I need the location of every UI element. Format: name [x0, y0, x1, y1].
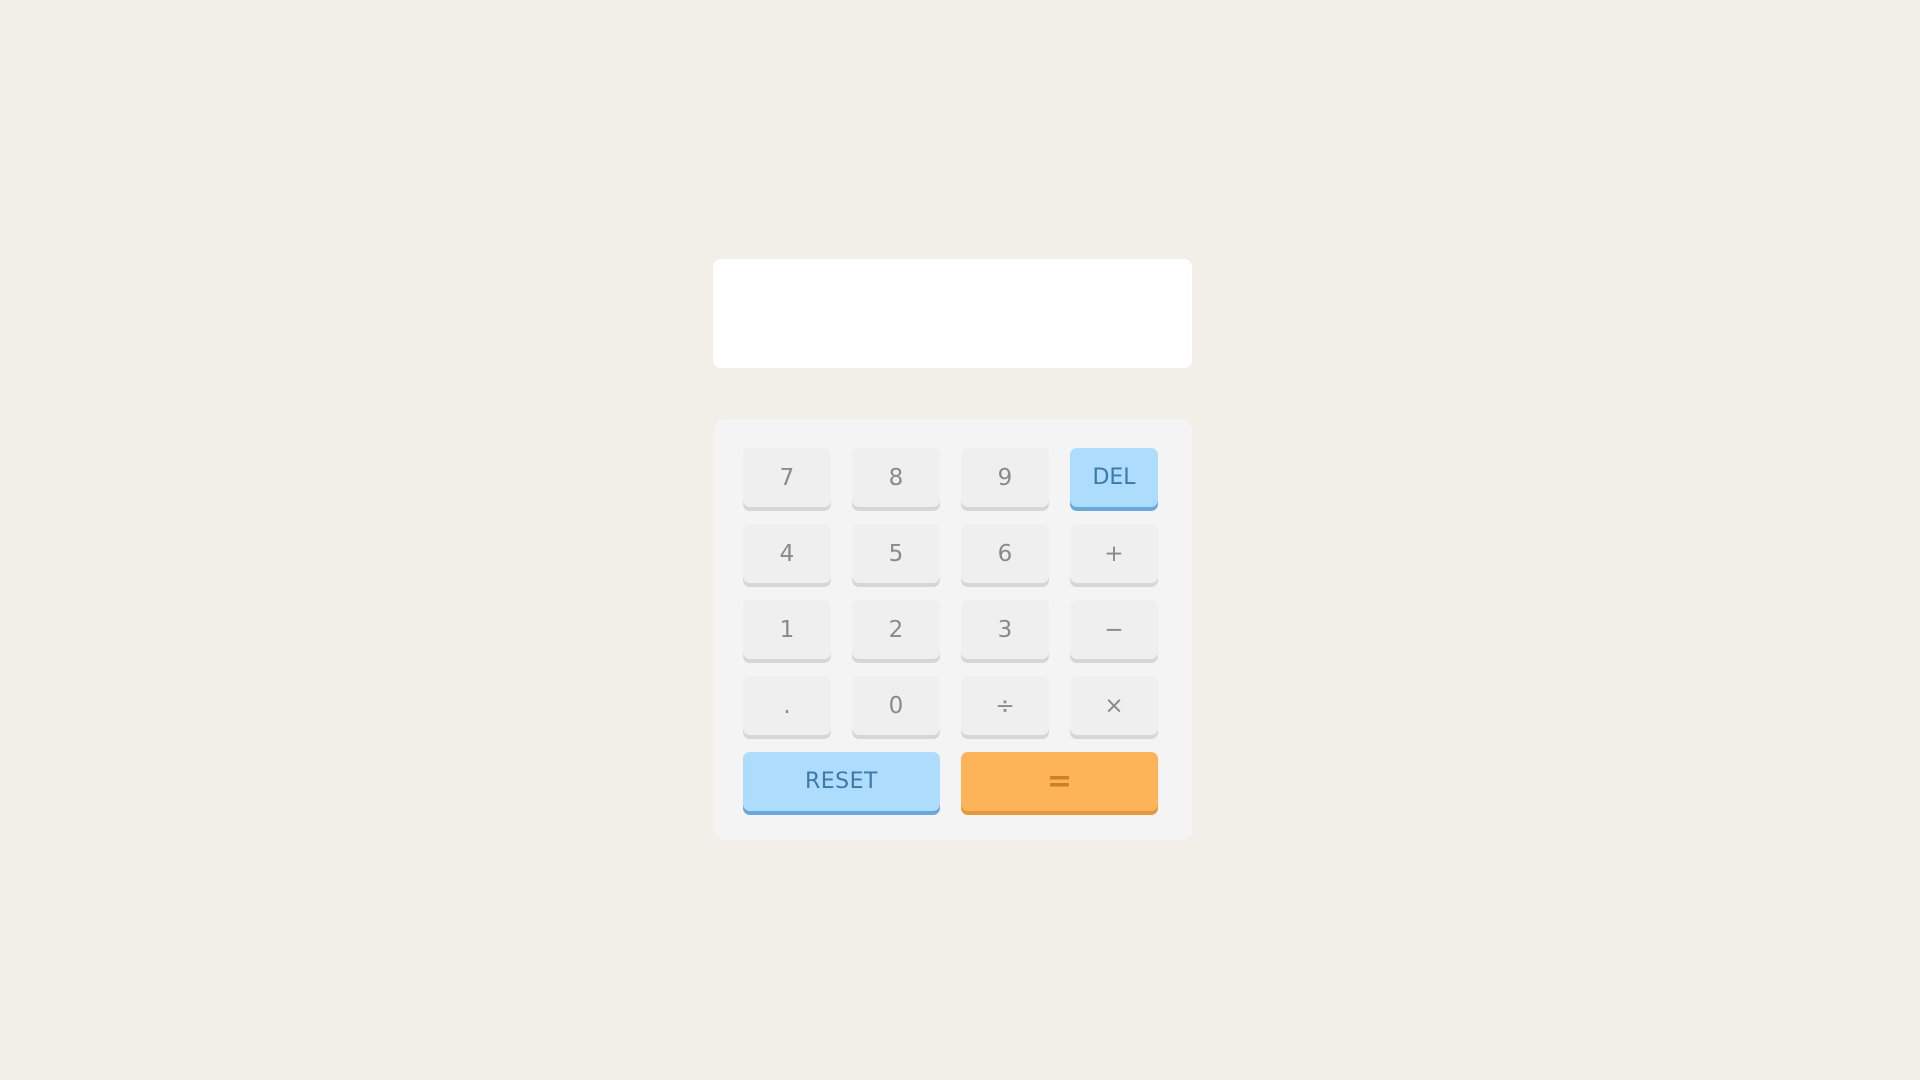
key-9[interactable]: 9	[961, 448, 1049, 507]
key-6[interactable]: 6	[961, 524, 1049, 583]
key-7[interactable]: 7	[743, 448, 831, 507]
divide-button[interactable]: ÷	[961, 676, 1049, 735]
key-5[interactable]: 5	[852, 524, 940, 583]
calculator-keypad: 7 8 9 DEL 4 5 6 + 1 2 3 − . 0 ÷ × RESET …	[714, 419, 1192, 840]
key-4[interactable]: 4	[743, 524, 831, 583]
calculator-display	[713, 259, 1192, 368]
decimal-point-button[interactable]: .	[743, 676, 831, 735]
equals-button[interactable]: =	[961, 752, 1158, 811]
key-0[interactable]: 0	[852, 676, 940, 735]
reset-button[interactable]: RESET	[743, 752, 940, 811]
plus-button[interactable]: +	[1070, 524, 1158, 583]
key-8[interactable]: 8	[852, 448, 940, 507]
key-3[interactable]: 3	[961, 600, 1049, 659]
key-2[interactable]: 2	[852, 600, 940, 659]
minus-button[interactable]: −	[1070, 600, 1158, 659]
key-1[interactable]: 1	[743, 600, 831, 659]
delete-button[interactable]: DEL	[1070, 448, 1158, 507]
multiply-button[interactable]: ×	[1070, 676, 1158, 735]
